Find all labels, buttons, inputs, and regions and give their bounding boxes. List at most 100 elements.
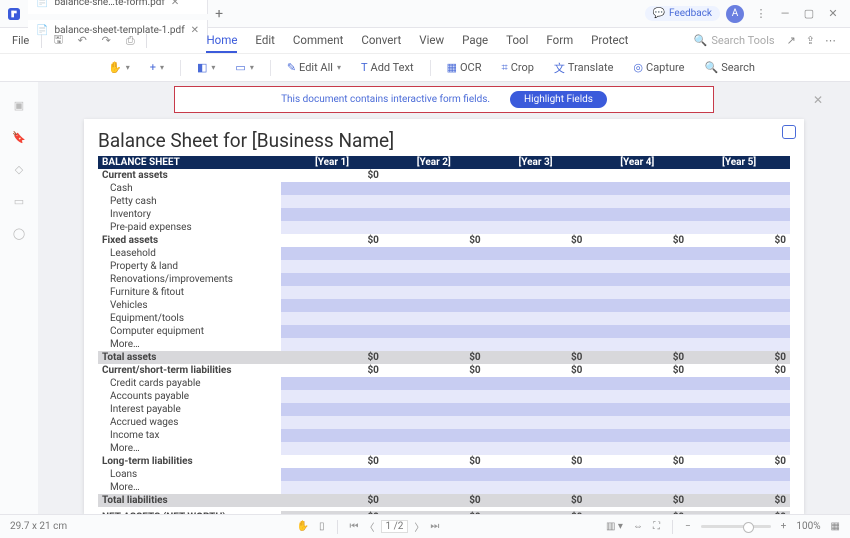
cell[interactable] [383, 260, 485, 273]
cell[interactable] [586, 416, 688, 429]
cell[interactable] [383, 377, 485, 390]
cell[interactable] [586, 390, 688, 403]
cell[interactable] [688, 221, 790, 234]
cell[interactable] [383, 208, 485, 221]
cell[interactable] [586, 299, 688, 312]
cell[interactable] [383, 468, 485, 481]
cell[interactable] [383, 390, 485, 403]
cell[interactable] [485, 195, 587, 208]
close-button[interactable]: ✕ [826, 7, 840, 20]
minimize-button[interactable]: — [778, 7, 792, 20]
view-mode-icon[interactable]: ▥ ▾ [606, 521, 623, 532]
fullscreen-icon[interactable]: ⛶ [653, 521, 660, 532]
cell[interactable] [688, 273, 790, 286]
attachments-icon[interactable]: ▭ [10, 192, 28, 210]
cell[interactable] [586, 260, 688, 273]
cell[interactable] [281, 468, 383, 481]
menu-view[interactable]: View [419, 29, 444, 53]
fit-width-icon[interactable]: ⇔ [633, 521, 643, 532]
new-tab-button[interactable]: + [208, 6, 230, 22]
cell[interactable] [688, 442, 790, 455]
cell[interactable] [383, 312, 485, 325]
next-page-button[interactable]: 〉 [414, 519, 424, 534]
cell[interactable] [586, 429, 688, 442]
cell[interactable] [281, 338, 383, 351]
undo-icon[interactable]: ↶ [72, 34, 92, 47]
cell[interactable] [485, 416, 587, 429]
ocr-button[interactable]: ▦OCR [441, 59, 488, 76]
cell[interactable] [383, 481, 485, 494]
menu-tool[interactable]: Tool [506, 29, 528, 53]
overflow-icon[interactable]: ⋯ [825, 34, 836, 47]
cell[interactable] [281, 221, 383, 234]
cell[interactable] [383, 221, 485, 234]
select-mode-icon[interactable]: ▯ [319, 521, 325, 532]
tab-close-icon[interactable]: ✕ [171, 0, 179, 8]
menu-form[interactable]: Form [546, 29, 573, 53]
cell[interactable] [281, 182, 383, 195]
cell[interactable] [586, 325, 688, 338]
cell[interactable] [688, 416, 790, 429]
cell[interactable] [688, 325, 790, 338]
shape-tool[interactable]: ▭▾ [229, 59, 259, 76]
cell[interactable] [281, 481, 383, 494]
cell[interactable] [383, 338, 485, 351]
cell[interactable] [485, 247, 587, 260]
prev-page-button[interactable]: 〈 [365, 519, 375, 534]
highlight-fields-button[interactable]: Highlight Fields [510, 91, 607, 108]
zoom-percent[interactable]: 100% [796, 521, 820, 532]
zoom-plus[interactable]: +▾ [144, 59, 170, 76]
page-flag-icon[interactable] [782, 125, 796, 139]
cell[interactable] [281, 208, 383, 221]
cell[interactable] [586, 208, 688, 221]
cell[interactable] [485, 182, 587, 195]
highlighter-tool[interactable]: ◧▾ [191, 59, 221, 76]
cell[interactable] [383, 442, 485, 455]
tab-0[interactable]: 📄balance-she…te-form.pdf✕ [28, 0, 208, 14]
comments-icon[interactable]: ◇ [10, 160, 28, 178]
cell[interactable] [281, 403, 383, 416]
search-button[interactable]: 🔍Search [698, 59, 761, 76]
cell[interactable] [485, 312, 587, 325]
cell[interactable] [485, 286, 587, 299]
redo-icon[interactable]: ↷ [96, 34, 116, 47]
cell[interactable] [485, 208, 587, 221]
bookmarks-icon[interactable]: 🔖 [10, 128, 28, 146]
cell[interactable] [281, 377, 383, 390]
cell[interactable] [281, 312, 383, 325]
cell[interactable] [586, 182, 688, 195]
zoom-slider[interactable] [701, 525, 771, 528]
cell[interactable] [383, 299, 485, 312]
edit-all-button[interactable]: ✎Edit All▾ [281, 59, 347, 76]
cell[interactable] [688, 338, 790, 351]
cell[interactable] [688, 377, 790, 390]
cell[interactable] [688, 247, 790, 260]
open-external-icon[interactable]: ↗ [787, 34, 796, 47]
cell[interactable] [383, 273, 485, 286]
cell[interactable] [281, 429, 383, 442]
cell[interactable] [485, 221, 587, 234]
crop-button[interactable]: ⌗Crop [495, 59, 539, 77]
zoom-out-button[interactable]: − [685, 521, 691, 532]
cell[interactable] [281, 416, 383, 429]
cell[interactable] [383, 416, 485, 429]
menu-comment[interactable]: Comment [293, 29, 343, 53]
cell[interactable] [383, 247, 485, 260]
cell[interactable] [688, 299, 790, 312]
reading-mode-icon[interactable]: ▦ [831, 521, 840, 532]
cell[interactable] [485, 260, 587, 273]
share-icon[interactable]: ⇪ [806, 34, 815, 47]
cell[interactable] [688, 468, 790, 481]
capture-button[interactable]: ◎Capture [627, 59, 690, 76]
search-tools[interactable]: 🔍 Search Tools [686, 34, 783, 47]
cell[interactable] [586, 468, 688, 481]
cell[interactable] [485, 325, 587, 338]
file-menu[interactable]: File [6, 34, 35, 47]
hand-mode-icon[interactable]: ✋ [297, 521, 309, 532]
cell[interactable] [586, 195, 688, 208]
hand-tool[interactable]: ✋▾ [102, 59, 136, 76]
cell[interactable] [485, 468, 587, 481]
cell[interactable] [281, 273, 383, 286]
cell[interactable] [485, 429, 587, 442]
cell[interactable] [281, 390, 383, 403]
